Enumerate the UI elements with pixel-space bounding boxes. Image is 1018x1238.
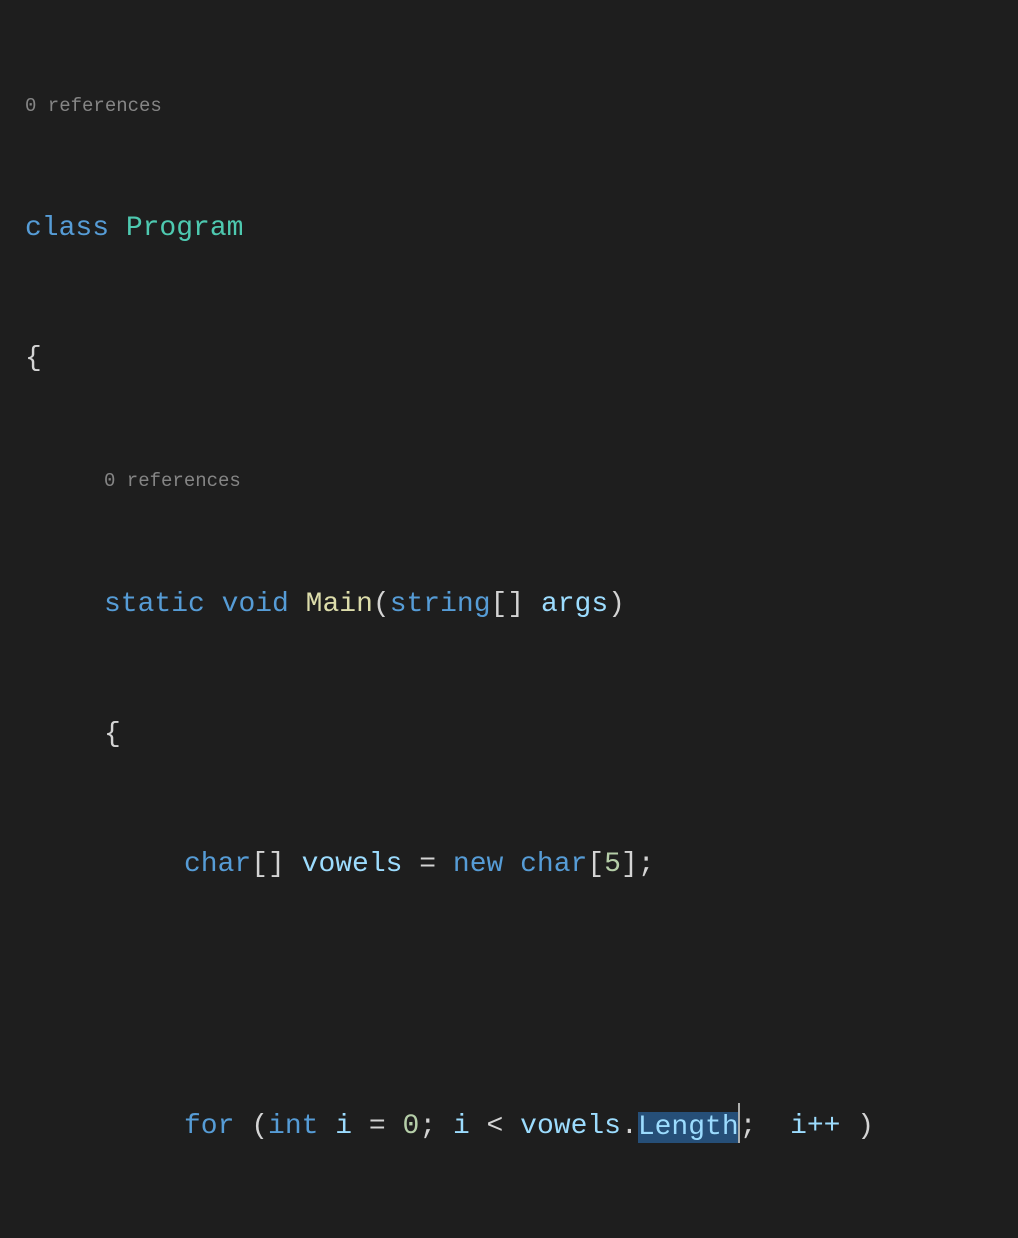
code-line[interactable]: class Program bbox=[25, 207, 1018, 250]
space bbox=[503, 849, 520, 880]
code-line[interactable]: { bbox=[25, 337, 1018, 380]
semicolon-space: ; bbox=[419, 1112, 453, 1143]
code-line[interactable]: for (int i = 0; i < vowels.Length; i++ ) bbox=[184, 1103, 1018, 1149]
var-i: i bbox=[453, 1112, 470, 1143]
keyword-static: static bbox=[104, 589, 205, 620]
space bbox=[524, 589, 541, 620]
semicolon-space: ; bbox=[740, 1112, 774, 1143]
dot: . bbox=[621, 1112, 638, 1143]
paren-close: ) bbox=[608, 589, 625, 620]
bracket-close: ] bbox=[621, 849, 638, 880]
brace-open: { bbox=[25, 343, 42, 374]
method-main: Main bbox=[306, 589, 373, 620]
keyword-for: for bbox=[184, 1112, 234, 1143]
brackets: [] bbox=[251, 849, 285, 880]
brackets: [] bbox=[491, 589, 525, 620]
space bbox=[318, 1112, 335, 1143]
class-name: Program bbox=[126, 213, 244, 244]
code-line[interactable]: { bbox=[184, 1236, 1018, 1238]
semicolon: ; bbox=[638, 849, 655, 880]
space bbox=[773, 1112, 790, 1143]
code-line[interactable]: static void Main(string[] args) bbox=[104, 583, 1018, 626]
op-lessthan: < bbox=[470, 1112, 520, 1143]
selection-highlight[interactable]: Length bbox=[638, 1112, 739, 1143]
space bbox=[234, 1112, 251, 1143]
code-line-empty[interactable] bbox=[184, 973, 1018, 1016]
type-string: string bbox=[390, 589, 491, 620]
code-line[interactable]: char[] vowels = new char[5]; bbox=[184, 843, 1018, 886]
brace-open: { bbox=[104, 719, 121, 750]
space bbox=[205, 589, 222, 620]
type-char: char bbox=[184, 849, 251, 880]
op-assign: = bbox=[352, 1112, 402, 1143]
type-char: char bbox=[520, 849, 587, 880]
var-i: i bbox=[335, 1112, 352, 1143]
paren-close: ) bbox=[857, 1112, 874, 1143]
space bbox=[109, 213, 126, 244]
code-editor[interactable]: 0 references class Program { 0 reference… bbox=[0, 5, 1018, 1238]
prop-length: Length bbox=[638, 1112, 739, 1143]
increment: i++ bbox=[790, 1112, 857, 1143]
space bbox=[289, 589, 306, 620]
space bbox=[285, 849, 302, 880]
keyword-void: void bbox=[222, 589, 289, 620]
number-0: 0 bbox=[403, 1112, 420, 1143]
var-vowels: vowels bbox=[520, 1112, 621, 1143]
param-args: args bbox=[541, 589, 608, 620]
op-assign: = bbox=[402, 849, 452, 880]
codelens-class[interactable]: 0 references bbox=[25, 92, 1018, 121]
number-5: 5 bbox=[604, 849, 621, 880]
paren-open: ( bbox=[251, 1112, 268, 1143]
text-cursor bbox=[738, 1103, 740, 1142]
keyword-int: int bbox=[268, 1112, 318, 1143]
keyword-class: class bbox=[25, 213, 109, 244]
var-vowels: vowels bbox=[302, 849, 403, 880]
code-line[interactable]: { bbox=[104, 713, 1018, 756]
codelens-method[interactable]: 0 references bbox=[104, 467, 1018, 496]
bracket-open: [ bbox=[587, 849, 604, 880]
paren-open: ( bbox=[373, 589, 390, 620]
keyword-new: new bbox=[453, 849, 503, 880]
